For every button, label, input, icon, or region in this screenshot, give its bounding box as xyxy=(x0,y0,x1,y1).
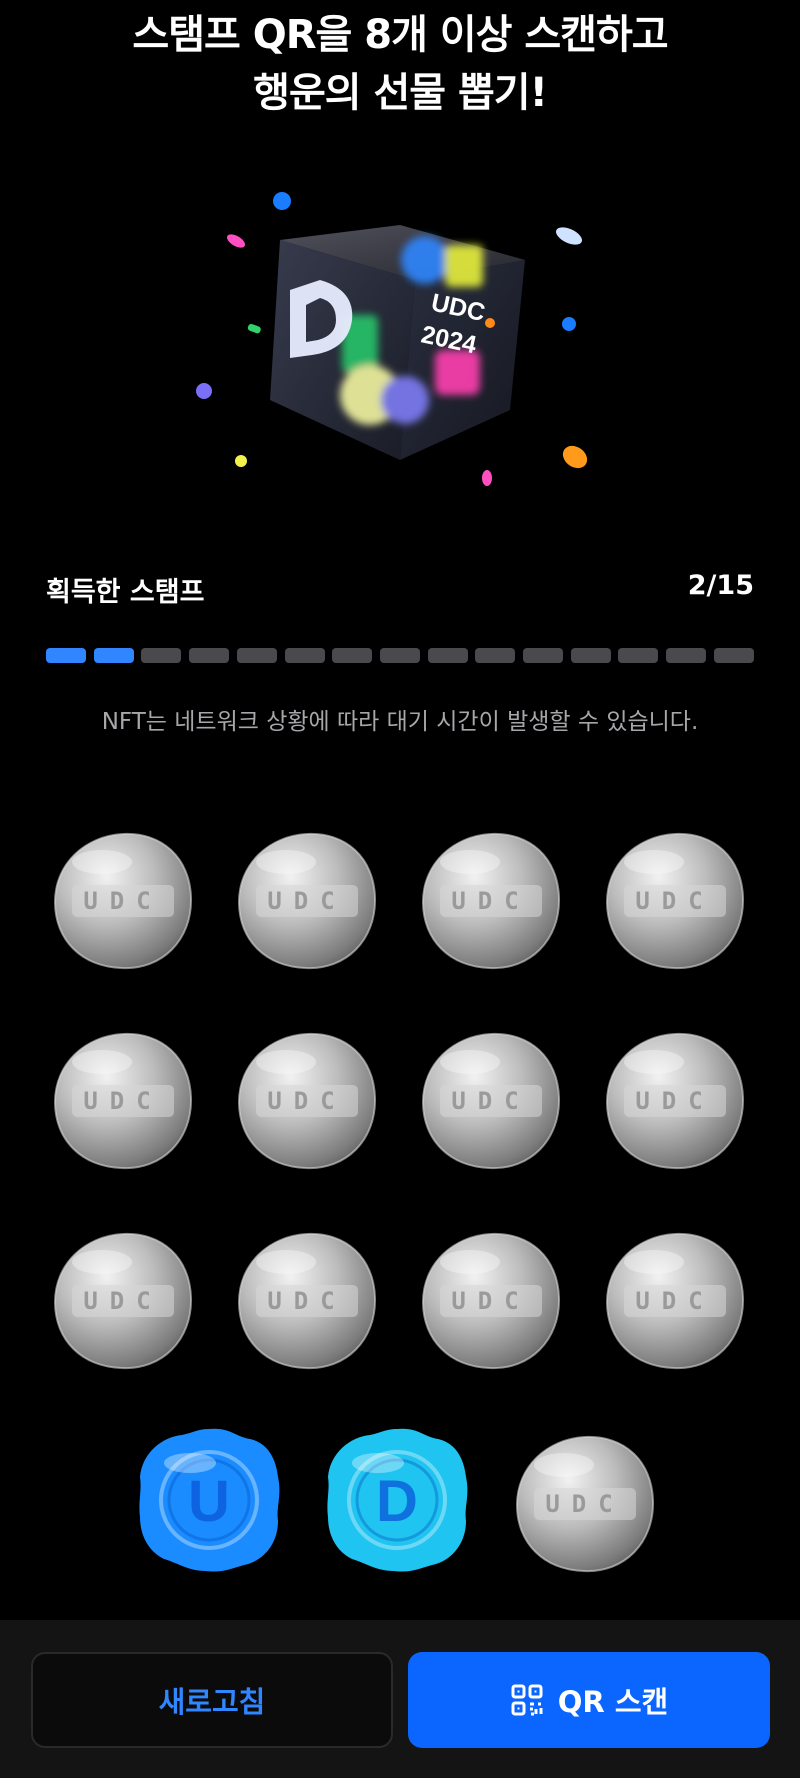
svg-text:UDC: UDC xyxy=(635,1287,714,1315)
stamp-locked[interactable]: UDC xyxy=(418,828,564,974)
page-headline: 스탬프 QR을 8개 이상 스캔하고 행운의 선물 뽑기! xyxy=(0,6,800,122)
progress-segment xyxy=(379,648,420,663)
svg-text:D: D xyxy=(376,1469,418,1534)
svg-text:UDC: UDC xyxy=(451,887,530,915)
headline-line-2: 행운의 선물 뽑기! xyxy=(253,70,548,116)
progress-segment xyxy=(46,648,86,663)
stamp-locked[interactable]: UDC xyxy=(50,1028,196,1174)
stamp-progress-header: 획득한 스탬프 2/15 xyxy=(46,570,754,610)
network-notice: NFT는 네트워크 상황에 따라 대기 시간이 발생할 수 있습니다. xyxy=(101,709,699,735)
stamp-locked[interactable]: UDC xyxy=(602,1228,748,1374)
stamp-locked[interactable]: UDC xyxy=(512,1431,658,1577)
stamp-locked[interactable]: UDC xyxy=(234,828,380,974)
qr-scan-button-label: QR 스캔 xyxy=(557,1685,669,1719)
stamp-locked[interactable]: UDC xyxy=(602,828,748,974)
stamp-locked[interactable]: UDC xyxy=(50,1228,196,1374)
progress-segment xyxy=(570,648,611,663)
svg-text:UDC: UDC xyxy=(83,1087,162,1115)
stamp-progress-title: 획득한 스탬프 xyxy=(46,577,205,608)
svg-text:UDC: UDC xyxy=(635,887,714,915)
progress-segment xyxy=(523,648,564,663)
svg-text:UDC: UDC xyxy=(451,1087,530,1115)
stamp-collected[interactable]: D xyxy=(320,1423,468,1572)
stamp-progress-count: 2/15 xyxy=(687,570,754,601)
svg-text:UDC: UDC xyxy=(83,1287,162,1315)
stamp-locked[interactable]: UDC xyxy=(602,1028,748,1174)
stamp-collected[interactable]: U xyxy=(132,1423,280,1572)
progress-segment xyxy=(332,648,373,663)
qr-scan-button[interactable]: QR 스캔 xyxy=(408,1652,770,1748)
progress-segment xyxy=(713,648,754,663)
progress-segment xyxy=(141,648,182,663)
stamp-progress-bar xyxy=(46,648,754,663)
progress-segment xyxy=(93,648,134,663)
stamp-locked[interactable]: UDC xyxy=(418,1028,564,1174)
progress-segment xyxy=(427,648,468,663)
stamp-locked[interactable]: UDC xyxy=(234,1228,380,1374)
stamp-locked[interactable]: UDC xyxy=(234,1028,380,1174)
headline-line-1: 스탬프 QR을 8개 이상 스캔하고 xyxy=(132,12,668,58)
svg-text:UDC: UDC xyxy=(545,1490,624,1518)
svg-text:UDC: UDC xyxy=(451,1287,530,1315)
progress-segment xyxy=(236,648,277,663)
hero-cube-illustration: UDC 2024 xyxy=(180,170,620,500)
svg-text:UDC: UDC xyxy=(267,887,346,915)
svg-text:UDC: UDC xyxy=(635,1087,714,1115)
refresh-button-label: 새로고침 xyxy=(158,1685,266,1719)
svg-text:UDC: UDC xyxy=(83,887,162,915)
stamp-locked[interactable]: UDC xyxy=(418,1228,564,1374)
progress-segment xyxy=(189,648,230,663)
progress-segment xyxy=(666,648,707,663)
progress-segment xyxy=(475,648,516,663)
bottom-action-bar: 새로고침 QR 스캔 xyxy=(0,1620,800,1778)
progress-segment xyxy=(284,648,325,663)
refresh-button[interactable]: 새로고침 xyxy=(31,1652,393,1748)
svg-text:U: U xyxy=(188,1469,230,1534)
svg-text:UDC: UDC xyxy=(267,1287,346,1315)
qr-code-icon xyxy=(510,1683,544,1717)
progress-segment xyxy=(618,648,659,663)
svg-text:UDC: UDC xyxy=(267,1087,346,1115)
stamp-locked[interactable]: UDC xyxy=(50,828,196,974)
